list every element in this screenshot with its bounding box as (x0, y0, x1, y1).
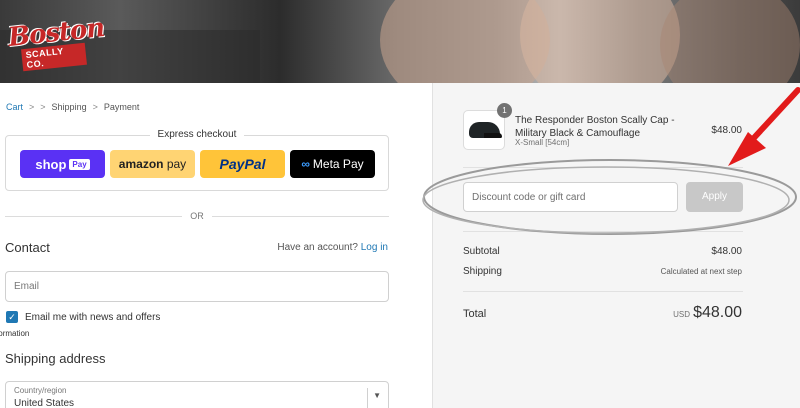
total-label: Total (463, 308, 487, 320)
header-banner: Boston SCALLY CO. (0, 0, 800, 83)
express-checkout-title: Express checkout (149, 129, 245, 140)
breadcrumb-information: Information (0, 329, 30, 338)
meta-icon: ∞ (301, 157, 310, 171)
chevron-down-icon: ▼ (373, 391, 381, 400)
product-variant: X-Small [54cm] (515, 138, 570, 147)
email-field[interactable]: Email (5, 271, 389, 302)
product-price: $48.00 (711, 125, 742, 136)
shop-pay-badge: Pay (69, 158, 90, 170)
summary-divider (463, 291, 743, 292)
paypal-logo: PayPal (219, 156, 266, 172)
account-prompt-text: Have an account? (277, 242, 358, 253)
meta-pay-button[interactable]: ∞ Meta Pay (290, 150, 375, 178)
order-summary: 1 The Responder Boston Scally Cap - Mili… (432, 83, 800, 408)
summary-divider (463, 167, 743, 168)
country-region-select[interactable]: Country/region United States ▼ (5, 381, 389, 408)
quantity-badge: 1 (497, 103, 512, 118)
store-logo[interactable]: Boston SCALLY CO. (6, 13, 106, 72)
product-name: The Responder Boston Scally Cap - Milita… (515, 115, 675, 139)
breadcrumb: Cart > Information > Shipping > Payment (0, 102, 140, 338)
shipping-label: Shipping (463, 266, 502, 277)
amazon-pay-suffix: pay (166, 157, 187, 171)
breadcrumb-shipping: Shipping (51, 102, 87, 112)
chevron-right-icon: > (92, 102, 98, 112)
contact-heading: Contact (5, 240, 50, 255)
subtotal-value: $48.00 (711, 246, 742, 257)
shop-pay-button[interactable]: shop Pay (20, 150, 105, 178)
paypal-button[interactable]: PayPal (200, 150, 285, 178)
country-region-value: United States (14, 398, 75, 408)
subtotal-label: Subtotal (463, 246, 500, 257)
chevron-right-icon: > (29, 102, 35, 112)
account-prompt: Have an account? Log in (277, 242, 388, 253)
express-checkout-box: Express checkout shop Pay amazon pay Pay… (5, 129, 389, 191)
chevron-right-icon: > (40, 102, 46, 112)
amazon-logo: amazon (118, 157, 164, 171)
banner-photo-face (520, 0, 680, 83)
shipping-value: Calculated at next step (660, 267, 742, 276)
checkout-form: Cart > Information > Shipping > Payment … (0, 83, 432, 408)
amazon-pay-button[interactable]: amazon pay (110, 150, 195, 178)
total-value: $48.00 (693, 304, 742, 321)
currency-code: USD (673, 310, 690, 319)
breadcrumb-payment: Payment (103, 102, 140, 112)
login-link[interactable]: Log in (361, 242, 388, 253)
newsletter-label[interactable]: Email me with news and offers (25, 312, 160, 323)
shipping-address-heading: Shipping address (5, 351, 106, 366)
shop-pay-label: shop (35, 156, 67, 172)
or-divider: OR (5, 211, 389, 221)
banner-photo-face (660, 0, 800, 83)
apply-discount-button[interactable]: Apply (686, 182, 743, 212)
or-text: OR (182, 211, 212, 221)
breadcrumb-cart[interactable]: Cart (6, 102, 23, 112)
summary-divider (463, 231, 743, 232)
meta-pay-label: Meta Pay (312, 157, 364, 171)
newsletter-checkbox[interactable]: ✓ (6, 311, 18, 323)
country-region-label: Country/region (14, 386, 67, 395)
discount-code-input[interactable]: Discount code or gift card (463, 182, 678, 212)
